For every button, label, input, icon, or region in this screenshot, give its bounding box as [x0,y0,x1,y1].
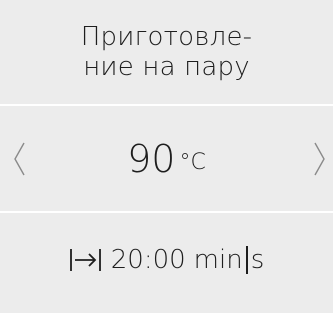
duration-unit: min s [194,245,265,275]
program-title[interactable]: Приготовле- ние на пару [0,0,333,104]
temperature-value: 90 [127,136,176,181]
oven-display: Приготовле- ние на пару 90 °C 20:00 min … [0,0,333,313]
temperature-selector: 90 °C [0,106,333,211]
duration-unit-seconds: s [250,245,265,275]
unit-separator [245,246,248,274]
duration-icon [69,247,103,273]
duration-value: 20:00 [110,245,186,275]
chevron-right-icon[interactable] [313,139,327,179]
program-title-line1: Приготовле- [80,22,253,52]
temperature-unit: °C [179,149,206,175]
program-title-line2: ние на пару [83,52,250,82]
duration-unit-minutes: min [193,245,243,275]
duration-selector[interactable]: 20:00 min s [0,213,333,313]
temperature-display[interactable]: 90 °C [0,106,333,211]
